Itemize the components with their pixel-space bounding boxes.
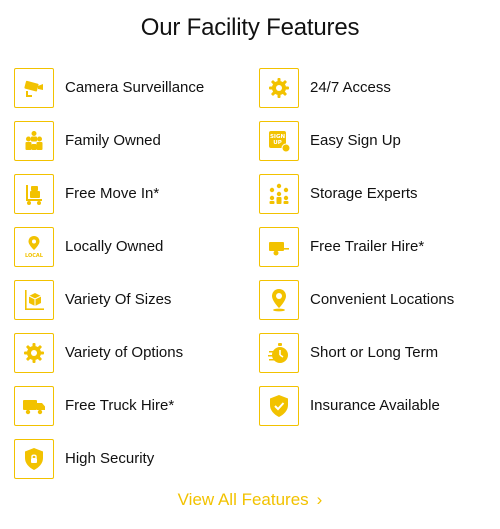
section-title: Our Facility Features (140, 14, 360, 41)
feature-free-truck-hire: Free Truck Hire* (14, 379, 259, 432)
shield-check-icon (259, 385, 299, 426)
chevron-right-icon: › (316, 490, 323, 509)
feature-locally-owned: LOCAL Locally Owned (14, 220, 259, 273)
feature-insurance-available: Insurance Available (259, 379, 490, 432)
feature-label: Storage Experts (310, 185, 418, 202)
feature-label: Locally Owned (65, 238, 164, 255)
feature-variety-of-sizes: Variety Of Sizes (14, 273, 259, 326)
feature-label: Free Move In* (65, 185, 160, 202)
feature-storage-experts: Storage Experts (259, 167, 490, 220)
view-all-features-link[interactable]: View All Features › (0, 490, 500, 510)
dolly-icon (14, 173, 54, 214)
truck-icon (14, 385, 54, 426)
lock-shield-icon (14, 438, 54, 479)
feature-short-or-long-term: Short or Long Term (259, 326, 490, 379)
feature-label: Easy Sign Up (310, 132, 401, 149)
feature-label: 24/7 Access (310, 79, 391, 96)
feature-label: Camera Surveillance (65, 79, 205, 96)
feature-label: Free Trailer Hire* (310, 238, 425, 255)
feature-camera-surveillance: Camera Surveillance (14, 61, 259, 114)
svg-text:LOCAL: LOCAL (25, 253, 44, 259)
options-gear-icon (14, 332, 54, 373)
team-icon (259, 173, 299, 214)
family-icon (14, 120, 54, 161)
svg-text:UP: UP (273, 140, 282, 146)
location-pin-icon (259, 279, 299, 320)
feature-label: Insurance Available (310, 397, 440, 414)
feature-variety-of-options: Variety of Options (14, 326, 259, 379)
feature-label: Family Owned (65, 132, 161, 149)
feature-easy-sign-up: SIGN UP Easy Sign Up (259, 114, 490, 167)
feature-label: Convenient Locations (310, 291, 455, 308)
stopwatch-icon (259, 332, 299, 373)
feature-convenient-locations: Convenient Locations (259, 273, 490, 326)
feature-label: Variety Of Sizes (65, 291, 172, 308)
camera-icon (14, 67, 54, 108)
feature-family-owned: Family Owned (14, 114, 259, 167)
trailer-icon (259, 226, 299, 267)
feature-free-move-in: Free Move In* (14, 167, 259, 220)
feature-high-security: High Security (14, 432, 259, 485)
feature-free-trailer-hire: Free Trailer Hire* (259, 220, 490, 273)
view-all-label: View All Features (177, 490, 309, 509)
feature-label: Free Truck Hire* (65, 397, 175, 414)
features-grid: Camera Surveillance 24/7 Access Family O… (14, 61, 490, 485)
feature-24-7-access: 24/7 Access (259, 61, 490, 114)
box-sizes-icon (14, 279, 54, 320)
feature-label: Short or Long Term (310, 344, 439, 361)
local-pin-icon: LOCAL (14, 226, 54, 267)
sign-up-icon: SIGN UP (259, 120, 299, 161)
gear-icon (259, 67, 299, 108)
feature-label: High Security (65, 450, 155, 467)
feature-label: Variety of Options (65, 344, 184, 361)
